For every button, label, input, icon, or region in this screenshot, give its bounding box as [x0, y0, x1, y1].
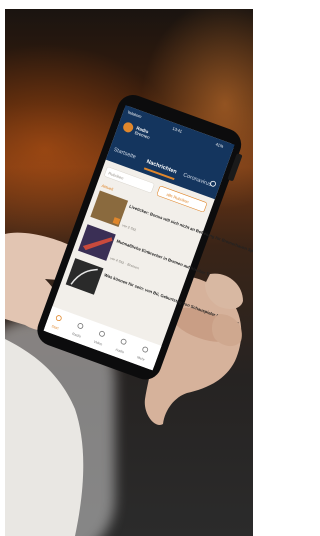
left-forearm: [5, 339, 84, 536]
scene: Telekom 13:41 41% Radio Bremen Startseit…: [5, 95, 253, 536]
photo: Telekom 13:41 41% Radio Bremen Startseit…: [5, 9, 253, 536]
